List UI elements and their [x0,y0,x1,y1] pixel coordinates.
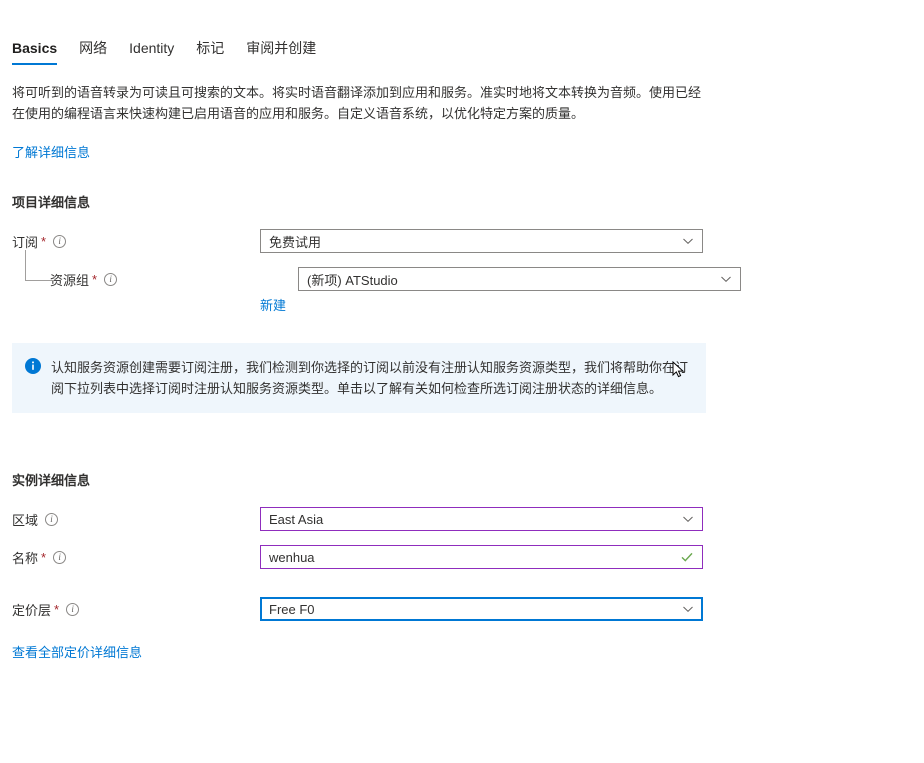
info-circle-icon [25,358,41,374]
resource-group-label: 资源组 * i [12,270,298,289]
view-full-pricing-link[interactable]: 查看全部定价详细信息 [12,645,142,660]
pricing-tier-label: 定价层 * i [12,600,260,619]
tab-basics-label: Basics [12,40,58,56]
subscription-label: 订阅 * i [12,232,260,251]
pricing-tier-label-text: 定价层 [12,602,52,618]
chevron-down-icon [682,235,694,247]
pricing-link-row: 查看全部定价详细信息 [12,642,924,661]
subscription-value: 免费试用 [269,234,322,250]
create-new-link[interactable]: 新建 [260,298,286,313]
tab-review-create-label: 审阅并创建 [246,40,317,56]
region-dropdown[interactable]: East Asia [260,507,703,531]
pricing-tier-required-marker: * [54,601,60,617]
tab-tags-label: 标记 [196,40,225,56]
subscription-label-text: 订阅 [12,234,39,250]
name-row: 名称 * i wenhua [12,545,924,569]
subscription-info-icon[interactable]: i [53,234,67,248]
chevron-down-icon [682,513,694,525]
region-label: 区域 i [12,510,260,529]
validation-check-icon [680,550,694,564]
name-required-marker: * [41,549,47,565]
resource-group-value: (新项) ATStudio [307,272,398,288]
resource-group-row: 资源组 * i (新项) ATStudio [12,250,924,291]
create-new-resource-group-row: 新建 [260,295,924,314]
subscription-registration-banner[interactable]: 认知服务资源创建需要订阅注册，我们检测到你选择的订阅以前没有注册认知服务资源类型… [12,343,706,413]
name-info-icon[interactable]: i [53,550,67,564]
region-info-icon[interactable]: i [45,512,59,526]
learn-more-link[interactable]: 了解详细信息 [12,145,90,160]
pricing-tier-dropdown[interactable]: Free F0 [260,597,703,621]
tab-review-create[interactable]: 审阅并创建 [235,40,327,65]
region-row: 区域 i East Asia [12,507,924,531]
name-value: wenhua [269,549,315,565]
instance-details-heading: 实例详细信息 [12,473,91,488]
pricing-tier-row: 定价层 * i Free F0 [12,597,924,621]
region-value: East Asia [269,511,324,527]
tab-network-label: 网络 [79,40,108,56]
name-label-text: 名称 [12,550,39,566]
subscription-row: 订阅 * i 免费试用 [12,229,924,253]
tab-identity-label: Identity [129,40,175,56]
subscription-dropdown[interactable]: 免费试用 [260,229,703,253]
resource-group-dropdown[interactable]: (新项) ATStudio [298,267,741,291]
service-description: 将可听到的语音转录为可读且可搜索的文本。将实时语音翻译添加到应用和服务。准实时地… [12,85,702,121]
tab-tags[interactable]: 标记 [185,40,235,65]
region-label-text: 区域 [12,512,39,528]
pricing-tier-value: Free F0 [269,601,315,617]
chevron-down-icon [682,603,694,615]
subscription-required-marker: * [41,233,47,249]
resource-group-info-icon[interactable]: i [104,272,118,286]
tab-network[interactable]: 网络 [68,40,118,65]
tab-bar: Basics 网络 Identity 标记 审阅并创建 [0,31,924,65]
resource-group-label-text: 资源组 [50,272,90,288]
name-label: 名称 * i [12,548,260,567]
banner-text: 认知服务资源创建需要订阅注册，我们检测到你选择的订阅以前没有注册认知服务资源类型… [51,360,689,396]
tab-basics[interactable]: Basics [12,40,68,65]
chevron-down-icon [720,273,732,285]
project-details-heading: 项目详细信息 [12,195,91,210]
pricing-tier-info-icon[interactable]: i [66,602,80,616]
learn-more-row: 了解详细信息 [12,142,924,161]
tab-identity[interactable]: Identity [118,40,185,65]
resource-group-required-marker: * [92,271,98,287]
name-input[interactable]: wenhua [260,545,703,569]
